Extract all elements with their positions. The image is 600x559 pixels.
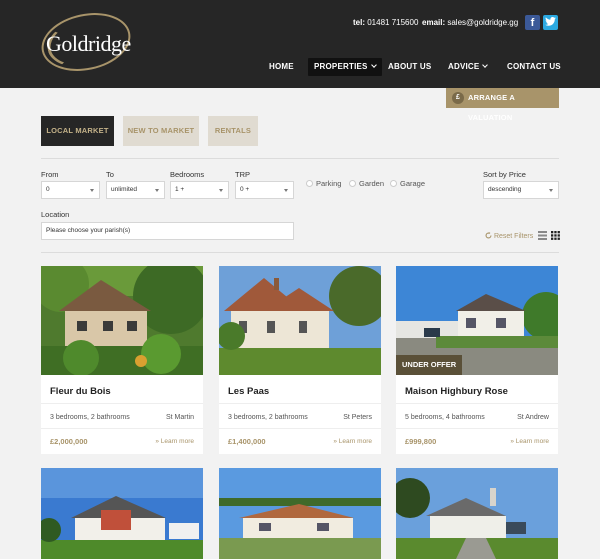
garden-label: Garden [359, 179, 385, 188]
property-photo[interactable] [219, 468, 381, 559]
nav-advice[interactable]: ADVICE [448, 58, 489, 76]
grid-view-icon[interactable] [551, 231, 560, 240]
property-price: £2,000,000 [50, 437, 88, 446]
nav-home[interactable]: HOME [269, 58, 294, 76]
pound-icon: £ [452, 92, 464, 104]
learn-more-link[interactable]: » Learn more [333, 438, 372, 445]
card-divider [396, 403, 558, 404]
filter-divider-bottom [41, 252, 559, 253]
card-divider [219, 428, 381, 429]
property-parish: St Martin [165, 414, 194, 421]
location-select[interactable]: Please choose your parish(s) [41, 222, 294, 240]
checkbox-icon [390, 180, 397, 187]
bedrooms-label: Bedrooms [170, 170, 205, 179]
to-value: unlimited [111, 186, 138, 193]
property-photo[interactable] [219, 266, 381, 375]
property-price: £999,800 [405, 437, 437, 446]
chevron-down-icon [482, 62, 489, 68]
dropdown-arrow-icon [549, 189, 553, 192]
garage-label: Garage [400, 179, 426, 188]
card-divider [219, 403, 381, 404]
card-divider [396, 428, 558, 429]
parking-label: Parking [316, 179, 342, 188]
trp-value: 0 + [240, 186, 250, 193]
trp-label: TRP [235, 170, 250, 179]
property-title[interactable]: Maison Highbury Rose [405, 386, 508, 397]
garage-checkbox[interactable]: Garage [390, 179, 425, 188]
list-view-icon[interactable] [538, 231, 547, 240]
property-title[interactable]: Fleur du Bois [50, 386, 111, 397]
chevron-down-icon [370, 62, 377, 68]
nav-about[interactable]: ABOUT US [388, 58, 431, 76]
property-parish: St Peters [343, 414, 372, 421]
property-title[interactable]: Les Paas [228, 386, 269, 397]
trp-select[interactable]: 0 + [235, 181, 294, 199]
learn-more-link[interactable]: » Learn more [510, 438, 549, 445]
property-photo[interactable] [41, 266, 203, 375]
arrange-valuation-button[interactable]: £ ARRANGE A VALUATION [446, 88, 559, 122]
sort-select[interactable]: descending [483, 181, 559, 199]
dropdown-arrow-icon [219, 189, 223, 192]
to-label: To [106, 170, 114, 179]
from-select[interactable]: 0 [41, 181, 100, 199]
dropdown-arrow-icon [155, 189, 159, 192]
contact-phone[interactable]: tel: 01481 715600 [353, 18, 418, 27]
dropdown-arrow-icon [284, 189, 288, 192]
checkbox-icon [306, 180, 313, 187]
bedrooms-value: 1 + [175, 186, 185, 193]
phone-label: tel: [353, 18, 365, 27]
nav-properties[interactable]: PROPERTIES [308, 58, 382, 76]
nav-advice-label: ADVICE [448, 62, 480, 71]
email-value: sales@goldridge.gg [447, 18, 519, 27]
nav-contact[interactable]: CONTACT US [507, 58, 561, 76]
checkbox-icon [349, 180, 356, 187]
property-photo[interactable] [41, 468, 203, 559]
property-parish: St Andrew [517, 414, 549, 421]
twitter-icon[interactable] [543, 15, 558, 30]
property-card[interactable]: UNDER OFFER Maison Highbury Rose 5 bedro… [396, 266, 558, 454]
parking-checkbox[interactable]: Parking [306, 179, 341, 188]
card-divider [41, 403, 203, 404]
filter-divider-top [41, 158, 559, 159]
sort-label: Sort by Price [483, 170, 526, 179]
facebook-icon[interactable]: f [525, 15, 540, 30]
learn-more-link[interactable]: » Learn more [155, 438, 194, 445]
tab-local-market[interactable]: LOCAL MARKET [41, 116, 114, 146]
bedrooms-select[interactable]: 1 + [170, 181, 229, 199]
property-rooms: 5 bedrooms, 4 bathrooms [405, 414, 485, 421]
property-price: £1,400,000 [228, 437, 266, 446]
from-label: From [41, 170, 59, 179]
goldridge-logo[interactable]: Goldridge [36, 5, 136, 79]
contact-email[interactable]: email: sales@goldridge.gg [422, 18, 518, 27]
property-card[interactable] [41, 468, 203, 559]
property-card[interactable] [219, 468, 381, 559]
phone-value: 01481 715600 [367, 18, 419, 27]
property-rooms: 3 bedrooms, 2 bathrooms [228, 414, 308, 421]
property-rooms: 3 bedrooms, 2 bathrooms [50, 414, 130, 421]
property-card[interactable] [396, 468, 558, 559]
tab-new-to-market[interactable]: NEW TO MARKET [123, 116, 199, 146]
dropdown-arrow-icon [90, 189, 94, 192]
valuation-label: ARRANGE A VALUATION [468, 93, 515, 122]
property-card[interactable]: Fleur du Bois 3 bedrooms, 2 bathrooms St… [41, 266, 203, 454]
to-select[interactable]: unlimited [106, 181, 165, 199]
site-header: Goldridge tel: 01481 715600 email: sales… [0, 0, 600, 88]
tab-rentals[interactable]: RENTALS [208, 116, 258, 146]
under-offer-badge: UNDER OFFER [396, 355, 463, 375]
card-divider [41, 428, 203, 429]
email-label: email: [422, 18, 446, 27]
refresh-icon [485, 232, 492, 239]
reset-filters-label: Reset Filters [493, 233, 534, 240]
from-value: 0 [46, 186, 50, 193]
property-photo[interactable] [396, 468, 558, 559]
location-label: Location [41, 210, 70, 219]
logo-text: Goldridge [46, 31, 131, 56]
garden-checkbox[interactable]: Garden [349, 179, 384, 188]
nav-properties-label: PROPERTIES [314, 62, 368, 71]
property-card[interactable]: Les Paas 3 bedrooms, 2 bathrooms St Pete… [219, 266, 381, 454]
sort-value: descending [488, 186, 522, 193]
reset-filters-button[interactable]: Reset Filters [485, 232, 533, 240]
